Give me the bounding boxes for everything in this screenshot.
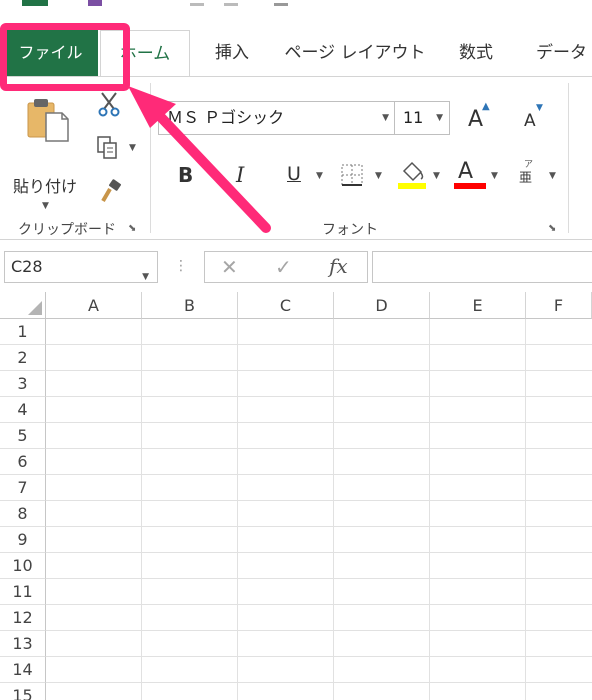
font-dialog-launcher-icon[interactable]: ⬊: [548, 223, 556, 234]
name-box[interactable]: C28 ▼: [4, 251, 158, 283]
font-name-select[interactable]: ＭＳ Ｐゴシック ▼: [158, 101, 396, 135]
name-box-value: C28: [11, 257, 43, 276]
row-header[interactable]: 14: [0, 657, 46, 683]
grow-arrow-icon: ▲: [482, 101, 490, 112]
undo-icon[interactable]: [190, 0, 204, 6]
paste-button[interactable]: 貼り付け ▼: [10, 93, 80, 211]
worksheet-grid: A B C D E F 1 2 3 4 5 6 7 8 9 10 11 12 1…: [0, 292, 592, 700]
shrink-arrow-icon: ▼: [536, 103, 543, 113]
font-color-bar: [454, 183, 486, 189]
row-header[interactable]: 13: [0, 631, 46, 657]
column-header[interactable]: A: [46, 292, 142, 319]
formula-bar: C28 ▼ ⋮ ✕ ✓ fx: [0, 244, 592, 290]
column-header[interactable]: B: [142, 292, 238, 319]
formula-buttons: ✕ ✓ fx: [204, 251, 368, 283]
clipboard-group-label: クリップボード: [18, 222, 116, 238]
phonetic-guide-button[interactable]: 亜 ア: [518, 160, 540, 191]
group-separator: [150, 83, 151, 233]
row-header[interactable]: 5: [0, 423, 46, 449]
enter-icon[interactable]: ✓: [275, 255, 292, 279]
formula-bar-grip-icon: ⋮: [174, 258, 188, 274]
ribbon: 貼り付け ▼ ▼ クリップボード ⬊ ＭＳ Ｐゴシック ▼ 11 ▼ A ▲ A…: [0, 76, 592, 240]
copy-icon[interactable]: [96, 135, 120, 161]
shrink-font-button[interactable]: A ▼: [522, 103, 552, 135]
row-header[interactable]: 3: [0, 371, 46, 397]
font-color-dropdown-icon[interactable]: ▼: [491, 171, 498, 181]
row-header[interactable]: 10: [0, 553, 46, 579]
tab-page-layout[interactable]: ページ レイアウト: [280, 30, 430, 76]
paste-icon: [27, 99, 69, 142]
shrink-font-icon: A: [524, 111, 536, 131]
row-header[interactable]: 15: [0, 683, 46, 700]
tab-insert[interactable]: 挿入: [200, 30, 264, 76]
grow-font-icon: A: [468, 107, 484, 132]
title-bar: [0, 0, 592, 18]
excel-logo-icon: [22, 0, 48, 6]
underline-dropdown-icon[interactable]: ▼: [316, 171, 323, 181]
font-color-icon: A: [458, 159, 474, 184]
row-header[interactable]: 6: [0, 449, 46, 475]
paste-dropdown-icon: ▼: [42, 201, 49, 211]
cancel-icon[interactable]: ✕: [221, 255, 238, 279]
row-header[interactable]: 2: [0, 345, 46, 371]
column-header[interactable]: F: [526, 292, 592, 319]
bold-button[interactable]: B: [178, 163, 193, 187]
formula-input[interactable]: [372, 251, 592, 283]
redo-icon[interactable]: [224, 0, 238, 6]
cut-icon[interactable]: [96, 91, 122, 117]
fill-color-icon[interactable]: [396, 159, 428, 189]
italic-button[interactable]: I: [236, 163, 244, 187]
name-box-dropdown-icon: ▼: [142, 272, 149, 282]
borders-dropdown-icon[interactable]: ▼: [375, 171, 382, 181]
font-color-button[interactable]: A: [454, 159, 486, 191]
group-separator: [568, 83, 569, 233]
tab-home[interactable]: ホーム: [100, 30, 190, 77]
font-name-value: ＭＳ Ｐゴシック: [167, 108, 285, 127]
row-header[interactable]: 4: [0, 397, 46, 423]
tab-formulas[interactable]: 数式: [446, 30, 506, 76]
tab-data[interactable]: データ: [522, 30, 592, 76]
paste-label: 貼り付け: [12, 177, 77, 196]
clipboard-dialog-launcher-icon[interactable]: ⬊: [128, 223, 136, 234]
select-all-corner[interactable]: [0, 292, 46, 319]
phonetic-guide-ruby: ア: [524, 160, 534, 170]
font-size-dropdown-icon: ▼: [436, 113, 443, 123]
row-header[interactable]: 12: [0, 605, 46, 631]
customize-qat-icon[interactable]: [274, 0, 288, 6]
grow-font-button[interactable]: A ▲: [466, 101, 496, 135]
tab-file[interactable]: ファイル: [3, 30, 98, 76]
font-group-label: フォント: [322, 222, 378, 238]
row-header[interactable]: 1: [0, 319, 46, 345]
font-size-value: 11: [403, 108, 424, 127]
onenote-icon: [88, 0, 102, 6]
row-header[interactable]: 9: [0, 527, 46, 553]
fill-color-dropdown-icon[interactable]: ▼: [433, 171, 440, 181]
phonetic-dropdown-icon[interactable]: ▼: [549, 171, 556, 181]
column-header[interactable]: D: [334, 292, 430, 319]
row-header[interactable]: 8: [0, 501, 46, 527]
borders-icon[interactable]: [340, 163, 364, 187]
column-header[interactable]: C: [238, 292, 334, 319]
format-painter-icon[interactable]: [98, 179, 124, 205]
underline-button[interactable]: U: [287, 163, 301, 185]
insert-function-icon[interactable]: fx: [329, 254, 348, 278]
row-header[interactable]: 11: [0, 579, 46, 605]
ribbon-tab-bar: ファイル ホーム 挿入 ページ レイアウト 数式 データ: [0, 30, 592, 77]
cell-area[interactable]: [46, 319, 592, 700]
font-size-select[interactable]: 11 ▼: [394, 101, 450, 135]
row-header[interactable]: 7: [0, 475, 46, 501]
column-header[interactable]: E: [430, 292, 526, 319]
font-name-dropdown-icon: ▼: [382, 113, 389, 123]
copy-dropdown-icon[interactable]: ▼: [129, 143, 136, 153]
